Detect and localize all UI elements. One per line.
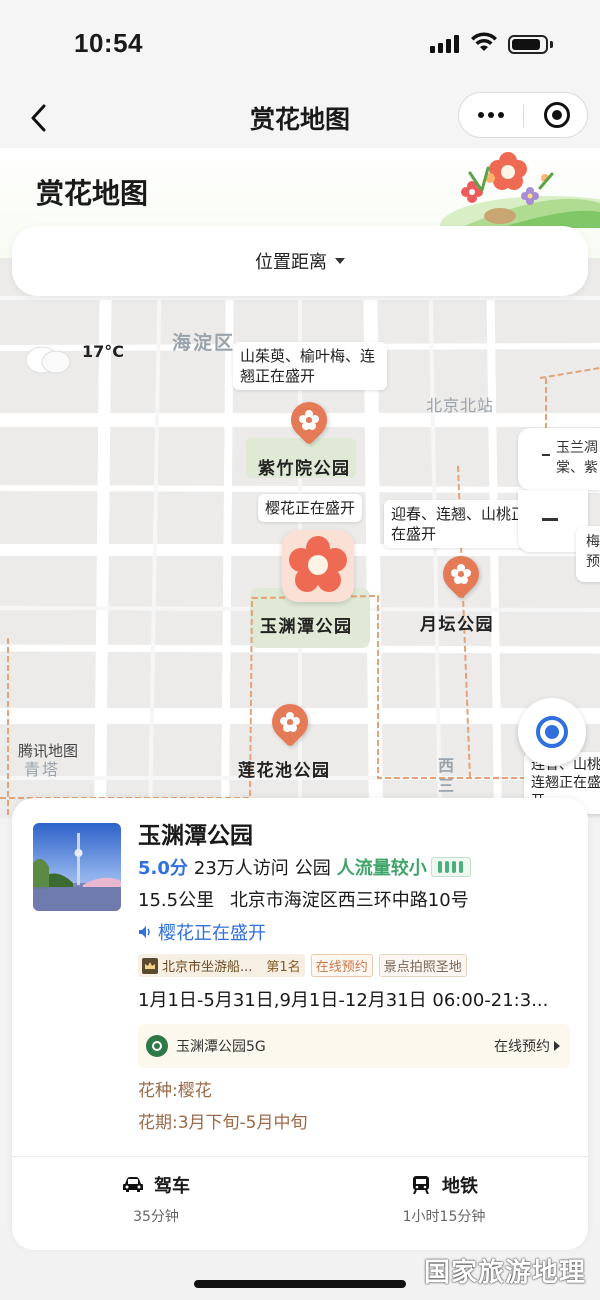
caret-down-icon — [335, 258, 345, 264]
park-type: 公园 — [294, 858, 331, 879]
locate-me-button[interactable] — [518, 698, 586, 766]
target-icon — [544, 102, 570, 128]
callout-text: 山茱萸、榆叶梅、连 — [240, 347, 376, 365]
callout-text: 在盛开 — [391, 525, 437, 543]
ranking-tag[interactable]: 北京市坐游船... 第1名 — [138, 954, 305, 977]
watermark: 国家旅游地理 — [424, 1258, 587, 1288]
nav-bar: 赏花地图 — [0, 90, 600, 148]
side-tab-text: 棠、紫 — [556, 460, 598, 476]
bloom-callout[interactable]: 樱花正在盛开 — [258, 494, 363, 522]
address: 北京市海淀区西三环中路10号 — [229, 890, 469, 911]
visit-count: 23万人访问 — [193, 858, 289, 879]
park-5g-banner[interactable]: 玉渊潭公园5G 在线预约 — [138, 1024, 570, 1068]
side-tab-text: 梅 — [586, 534, 600, 550]
park-label[interactable]: 玉渊潭公园 — [260, 612, 353, 637]
ranking-text: 北京市坐游船... — [162, 960, 253, 975]
route-mode: 驾车 — [154, 1176, 190, 1197]
bloom-text: 樱花正在盛开 — [158, 923, 266, 944]
flower-species: 花种:樱花 — [138, 1081, 212, 1101]
park-meta: 5.0分 23万人访问 公园 人流量较小 — [138, 854, 471, 880]
drive-route-button[interactable]: 驾车 35分钟 — [12, 1172, 300, 1226]
minus-icon — [542, 518, 558, 521]
page-heading: 赏花地图 — [36, 177, 149, 210]
rating: 5.0分 — [138, 858, 188, 879]
map-attribution: 腾讯地图 — [18, 742, 79, 760]
caret-right-icon — [554, 1041, 560, 1051]
park-tags: 北京市坐游船... 第1名 在线预约 景点拍照圣地 — [138, 954, 467, 977]
photo-spot-tag[interactable]: 景点拍照圣地 — [378, 954, 467, 977]
status-bar: 10:54 — [0, 0, 600, 90]
flower-icon — [289, 536, 347, 592]
home-indicator[interactable] — [194, 1280, 406, 1288]
subway-icon — [413, 1176, 429, 1194]
more-button[interactable] — [459, 93, 523, 137]
flower-banner-illustration — [440, 152, 600, 228]
car-icon — [123, 1177, 143, 1192]
dot-icon — [488, 112, 494, 118]
banner-action-text: 在线预约 — [494, 1039, 550, 1055]
status-time: 10:54 — [74, 28, 143, 58]
park-title: 玉渊潭公园 — [138, 823, 253, 849]
map-view[interactable]: 海淀区 北京北站 西 三 青塔 17°C 山茱萸、榆叶梅、连 翘正在盛开 樱花正… — [0, 258, 600, 818]
crown-icon — [142, 957, 158, 974]
park-logo-icon — [146, 1035, 168, 1057]
close-miniprogram-button[interactable] — [525, 93, 589, 137]
flower-period: 花期:3月下旬-5月中旬 — [138, 1113, 308, 1133]
park-label[interactable]: 莲花池公园 — [238, 756, 331, 781]
wifi-icon — [471, 32, 497, 51]
callout-text: 迎春、连翘、山桃正 — [391, 505, 527, 523]
park-label[interactable]: 月坛公园 — [420, 610, 494, 635]
miniprogram-capsule — [458, 92, 588, 138]
bloom-callout[interactable]: 迎春、连翘、山桃正 在盛开 — [384, 500, 538, 548]
distance: 15.5公里 — [138, 890, 215, 911]
bloom-callout[interactable]: 山茱萸、榆叶梅、连 翘正在盛开 — [233, 342, 387, 390]
subway-route-button[interactable]: 地铁 1小时15分钟 — [300, 1172, 588, 1226]
online-booking-tag[interactable]: 在线预约 — [310, 954, 373, 977]
dot-icon — [478, 112, 484, 118]
ranking-number: 第1名 — [266, 960, 301, 975]
route-time: 1小时15分钟 — [402, 1209, 486, 1225]
location-target-icon — [536, 716, 568, 748]
route-time: 35分钟 — [133, 1209, 179, 1225]
opening-hours: 1月1日-5月31日,9月1日-12月31日 06:00-21:3... — [138, 990, 549, 1011]
flower-icon — [280, 712, 300, 732]
distance-filter-dropdown[interactable]: 位置距离 — [12, 226, 588, 296]
callout-text: 樱花正在盛开 — [265, 499, 356, 517]
battery-icon — [508, 35, 548, 54]
park-label[interactable]: 紫竹院公园 — [258, 454, 351, 479]
capsule-divider — [523, 105, 524, 127]
flower-icon — [299, 410, 319, 430]
crowd-level: 人流量较小 — [336, 858, 427, 879]
divider — [12, 1156, 588, 1157]
temperature: 17°C — [82, 342, 125, 361]
cellular-signal-icon — [430, 35, 462, 53]
address-line: 15.5公里 北京市海淀区西三环中路10号 — [138, 886, 469, 912]
crowd-people-icon — [430, 857, 471, 877]
park-detail-card[interactable]: 玉渊潭公园 5.0分 23万人访问 公园 人流量较小 15.5公里 北京市海淀区… — [12, 798, 588, 1250]
banner-name: 玉渊潭公园5G — [176, 1039, 266, 1055]
bloom-status[interactable]: 樱花正在盛开 — [138, 919, 266, 945]
banner-booking-link[interactable]: 在线预约 — [494, 1036, 560, 1056]
route-mode: 地铁 — [442, 1176, 478, 1197]
battery-tip — [550, 41, 553, 48]
station-label: 北京北站 — [426, 396, 495, 415]
cloud-icon — [25, 346, 71, 374]
bloom-side-tab[interactable]: 玉兰凋 棠、紫 — [518, 428, 600, 490]
filter-label: 位置距离 — [255, 252, 327, 273]
speaker-icon — [139, 926, 150, 938]
flower-icon — [451, 564, 471, 584]
dot-icon — [498, 112, 504, 118]
side-tab-text: 玉兰凋 — [556, 440, 598, 456]
selected-flower-map-pin[interactable] — [282, 530, 354, 602]
park-photo[interactable] — [33, 823, 121, 911]
callout-text: 翘正在盛开 — [240, 367, 316, 385]
side-tab-text: 预 — [586, 554, 600, 570]
road-label: 三 — [438, 776, 457, 795]
bloom-side-tab[interactable]: 梅 预 — [576, 526, 600, 582]
weather-widget: 17°C — [22, 336, 152, 376]
district-label: 海淀区 — [172, 332, 236, 354]
